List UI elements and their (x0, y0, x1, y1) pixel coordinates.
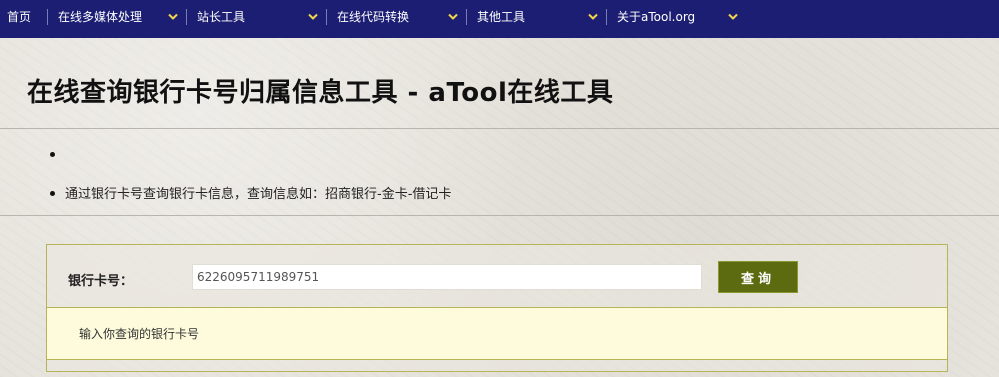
page-title: 在线查询银行卡号归属信息工具 - aTool在线工具 (27, 78, 614, 108)
card-number-input[interactable] (192, 264, 702, 290)
bullet-dot (50, 152, 55, 157)
nav-item-code-conversion[interactable]: 在线代码转换 (337, 0, 409, 38)
title-divider (0, 128, 999, 129)
list-item-text: 通过银行卡号查询银行卡信息，查询信息如：招商银行-金卡-借记卡 (65, 187, 452, 202)
list-item (50, 148, 65, 163)
nav-separator (466, 9, 467, 25)
nav-item-multimedia[interactable]: 在线多媒体处理 (58, 0, 142, 38)
nav-item-webmaster-tools[interactable]: 站长工具 (197, 0, 245, 38)
nav-separator (606, 9, 607, 25)
query-form: 银行卡号： 查询 (47, 245, 947, 308)
chevron-down-icon[interactable] (167, 12, 179, 22)
bullet-dot (50, 191, 55, 196)
chevron-down-icon[interactable] (587, 12, 599, 22)
query-panel: 银行卡号： 查询 输入你查询的银行卡号 (46, 244, 948, 372)
result-hint: 输入你查询的银行卡号 (79, 327, 200, 341)
nav-separator (326, 9, 327, 25)
nav-item-other-tools[interactable]: 其他工具 (477, 0, 525, 38)
nav-item-about[interactable]: 关于aTool.org (617, 0, 695, 38)
chevron-down-icon[interactable] (307, 12, 319, 22)
nav-item-home[interactable]: 首页 (7, 0, 31, 38)
card-number-label: 银行卡号： (68, 274, 134, 289)
nav-separator (186, 9, 187, 25)
description-divider (0, 215, 999, 216)
top-navigation-bar: 首页 在线多媒体处理 站长工具 在线代码转换 其他工具 关于aTool.org (0, 0, 999, 38)
chevron-down-icon[interactable] (447, 12, 459, 22)
query-button[interactable]: 查询 (718, 261, 798, 293)
result-area: 输入你查询的银行卡号 (47, 308, 947, 360)
nav-separator (47, 9, 48, 25)
list-item: 通过银行卡号查询银行卡信息，查询信息如：招商银行-金卡-借记卡 (50, 183, 451, 202)
chevron-down-icon[interactable] (727, 12, 739, 22)
